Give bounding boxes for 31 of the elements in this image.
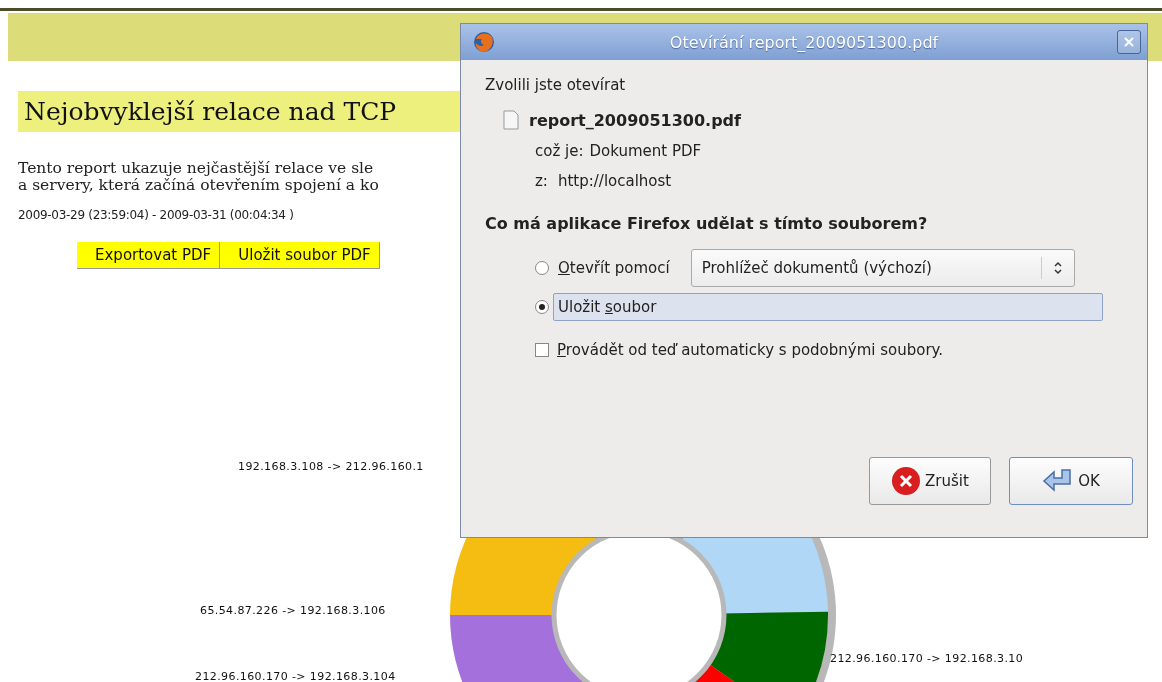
- dialog-title: Otevírání report_2009051300.pdf: [668, 32, 940, 52]
- chart-label: 212.96.160.170 -> 192.168.3.104: [195, 670, 396, 682]
- checkbox[interactable]: [535, 343, 549, 357]
- date-range: 2009-03-29 (23:59:04) - 2009-03-31 (00:04:34 ): [18, 208, 295, 222]
- radio-button[interactable]: [535, 300, 549, 314]
- ok-button[interactable]: OK: [1009, 457, 1133, 505]
- type-value: Dokument PDF: [589, 142, 702, 160]
- option-label[interactable]: Uložit soubor: [553, 293, 1103, 321]
- chart-label: 212.96.160.170 -> 192.168.3.10: [830, 652, 1024, 665]
- close-button[interactable]: [1117, 30, 1141, 54]
- source-value: http://localhost: [557, 172, 672, 190]
- source-label: z:: [535, 172, 548, 190]
- dialog-intro: Zvolili jste otevírat: [485, 76, 627, 94]
- pdf-button[interactable]: Uložit soubor PDF: [220, 242, 380, 269]
- dialog-question: Co má aplikace Firefox udělat s tímto souborem?: [485, 214, 929, 233]
- file-name: report_2009051300.pdf: [529, 110, 741, 130]
- radio-button[interactable]: [535, 261, 549, 275]
- updown-caret-icon: [1052, 261, 1063, 275]
- chart-label: 192.168.3.108 -> 212.96.160.1: [238, 460, 424, 473]
- close-icon: [1123, 36, 1135, 48]
- pdf-button[interactable]: Exportovat PDF: [77, 242, 221, 269]
- application-dropdown[interactable]: Prohlížeč dokumentů (výchozí): [690, 249, 1075, 287]
- cancel-icon: [891, 466, 922, 496]
- report-description: Tento report ukazuje nejčastější relace ve sle a servery, která začíná otevřením spojení a ko: [18, 160, 379, 194]
- option-label[interactable]: Otevřít pomocí: [553, 254, 675, 282]
- checkbox-label[interactable]: Provádět od teď automaticky s podobnými soubory.: [557, 341, 944, 359]
- type-label: což je:: [535, 142, 584, 160]
- cancel-button[interactable]: Zrušit: [869, 457, 991, 505]
- chart-label: 65.54.87.226 -> 192.168.3.106: [200, 604, 386, 617]
- browser-logo-icon: [473, 31, 495, 53]
- document-icon: [503, 110, 519, 130]
